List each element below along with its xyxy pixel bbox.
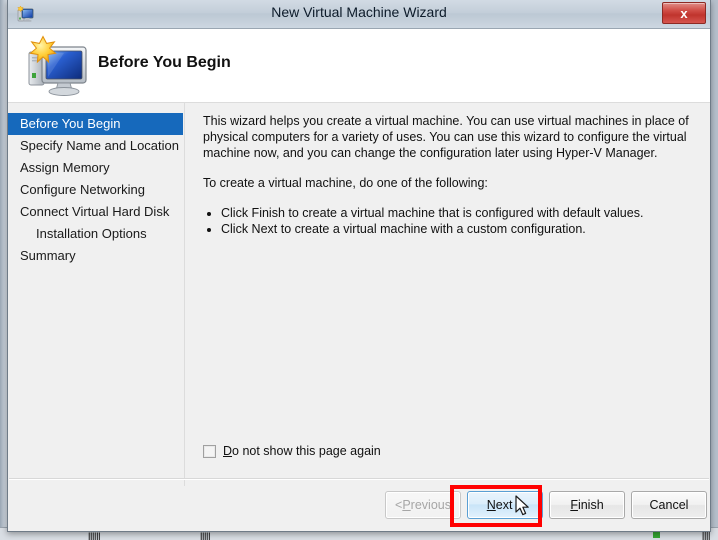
footer-divider: [9, 478, 709, 480]
title-bar[interactable]: New Virtual Machine Wizard x: [8, 0, 710, 29]
cancel-button[interactable]: Cancel: [631, 491, 707, 519]
close-icon[interactable]: x: [662, 2, 706, 24]
sidebar-item-label: Before You Begin: [20, 116, 120, 131]
wizard-content: This wizard helps you create a virtual m…: [185, 103, 710, 486]
new-virtual-machine-wizard-dialog: New Virtual Machine Wizard x: [7, 0, 711, 532]
sidebar-item-before-you-begin[interactable]: Before You Begin: [8, 113, 183, 135]
sidebar-item-connect-virtual-hard-disk[interactable]: Connect Virtual Hard Disk: [8, 201, 184, 223]
list-item: Click Finish to create a virtual machine…: [221, 205, 692, 221]
list-item: Click Next to create a virtual machine w…: [221, 221, 692, 237]
sidebar-item-specify-name-and-location[interactable]: Specify Name and Location: [8, 135, 184, 157]
wizard-body: Before You Begin Specify Name and Locati…: [8, 103, 710, 486]
instruction-bullet-list: Click Finish to create a virtual machine…: [203, 205, 692, 237]
accelerator-letter: P: [402, 498, 410, 512]
background-text-middle: |||||: [200, 531, 210, 540]
intro-paragraph: This wizard helps you create a virtual m…: [203, 113, 692, 161]
sidebar-item-label: Installation Options: [36, 226, 147, 241]
instruction-paragraph: To create a virtual machine, do one of t…: [203, 175, 692, 191]
sidebar-item-label: Specify Name and Location: [20, 138, 179, 153]
background-text-left: ||||||: [88, 531, 100, 540]
sidebar-item-installation-options[interactable]: Installation Options: [8, 223, 184, 245]
close-button-label: x: [680, 6, 687, 21]
dont-show-again-row[interactable]: Do not show this page again: [203, 444, 381, 458]
button-label-rest: revious: [411, 498, 451, 512]
sidebar-item-summary[interactable]: Summary: [8, 245, 184, 267]
button-label-rest: inish: [578, 498, 604, 512]
sidebar-item-assign-memory[interactable]: Assign Memory: [8, 157, 184, 179]
sidebar-item-label: Configure Networking: [20, 182, 145, 197]
new-virtual-machine-icon: [22, 35, 94, 97]
sidebar-item-label: Summary: [20, 248, 76, 263]
button-label-rest: Cancel: [650, 498, 689, 512]
sidebar-item-label: Connect Virtual Hard Disk: [20, 204, 169, 219]
dont-show-again-label[interactable]: Do not show this page again: [223, 444, 381, 458]
sidebar-item-label: Assign Memory: [20, 160, 110, 175]
wizard-header: Before You Begin: [8, 29, 710, 103]
background-status-dot: [653, 532, 660, 538]
finish-button[interactable]: Finish: [549, 491, 625, 519]
accelerator-letter: N: [487, 498, 496, 512]
wizard-step-list: Before You Begin Specify Name and Locati…: [8, 103, 185, 486]
label-rest: o not show this page again: [232, 444, 381, 458]
next-button[interactable]: Next >: [467, 491, 543, 519]
button-prefix: <: [395, 498, 402, 512]
accelerator-letter: F: [570, 498, 578, 512]
wizard-button-row: < Previous Next > Finish Cancel: [8, 491, 710, 521]
button-label-rest: ext >: [496, 498, 523, 512]
previous-button[interactable]: < Previous: [385, 491, 461, 519]
dont-show-again-checkbox[interactable]: [203, 445, 216, 458]
sidebar-item-configure-networking[interactable]: Configure Networking: [8, 179, 184, 201]
window-title: New Virtual Machine Wizard: [8, 4, 710, 20]
accelerator-letter: D: [223, 444, 232, 458]
page-title: Before You Begin: [98, 54, 231, 72]
